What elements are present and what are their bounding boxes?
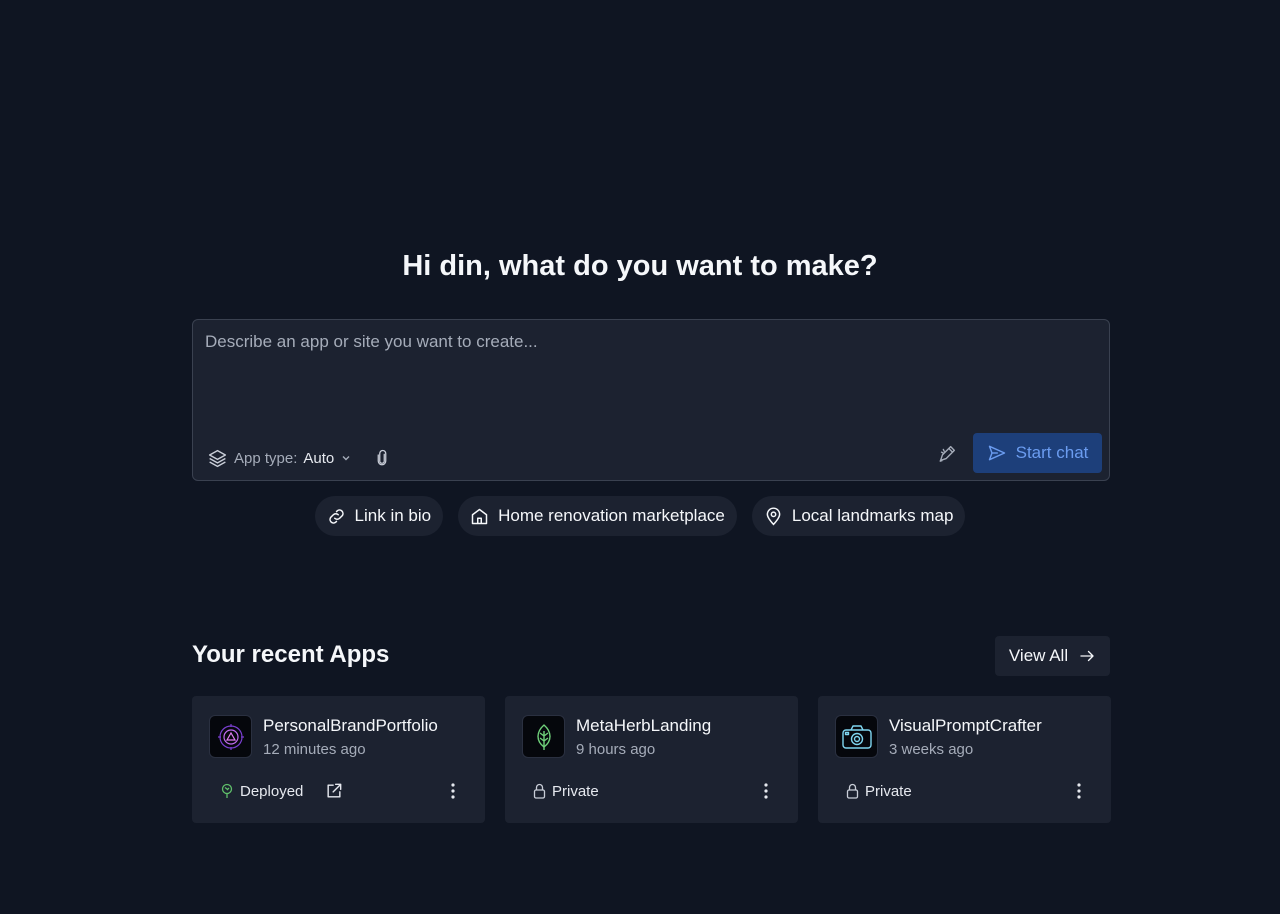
more-options-button[interactable]: [1070, 780, 1088, 802]
app-updated-time: 3 weeks ago: [889, 741, 974, 758]
enhance-prompt-button[interactable]: [935, 442, 959, 466]
more-vertical-icon: [1077, 783, 1081, 799]
map-pin-icon: [766, 506, 781, 525]
chevron-down-icon: [342, 456, 350, 461]
more-options-button[interactable]: [444, 780, 462, 802]
arrow-right-icon: [1080, 650, 1094, 662]
paperclip-icon: [377, 449, 387, 466]
start-chat-button[interactable]: Start chat: [973, 433, 1102, 473]
more-vertical-icon: [764, 783, 768, 799]
app-card[interactable]: PersonalBrandPortfolio 12 minutes ago De…: [192, 696, 485, 823]
deployed-icon: [221, 783, 233, 798]
camera-logo: [835, 715, 878, 758]
app-updated-time: 9 hours ago: [576, 741, 656, 758]
suggestion-local-landmarks[interactable]: Local landmarks map: [751, 496, 966, 536]
app-type-label: App type:: [234, 449, 298, 467]
app-name: VisualPromptCrafter: [889, 716, 1042, 735]
app-updated-time: 12 minutes ago: [263, 741, 366, 758]
view-all-label: View All: [1008, 646, 1069, 665]
visibility-status: Private: [533, 781, 599, 801]
deployment-status: Deployed: [220, 781, 303, 801]
suggestion-label: Link in bio: [354, 506, 432, 525]
app-name: MetaHerbLanding: [576, 716, 712, 735]
open-external-button[interactable]: [324, 781, 344, 801]
send-icon: [988, 445, 1005, 461]
suggestion-home-renovation[interactable]: Home renovation marketplace: [458, 496, 737, 536]
app-name: PersonalBrandPortfolio: [263, 716, 438, 735]
portfolio-logo: [209, 715, 252, 758]
greeting-heading: Hi din, what do you want to make?: [402, 250, 878, 282]
home-page: Hi din, what do you want to make? App ty…: [0, 0, 1280, 914]
start-chat-label: Start chat: [1015, 443, 1089, 462]
more-vertical-icon: [451, 783, 455, 799]
visibility-status: Private: [846, 781, 912, 801]
suggestion-label: Local landmarks map: [791, 506, 954, 525]
pen-sparkle-icon: [939, 445, 956, 462]
status-label: Deployed: [240, 782, 304, 800]
leaf-logo: [522, 715, 565, 758]
external-link-icon: [327, 783, 342, 798]
suggestion-label: Home renovation marketplace: [498, 506, 725, 525]
lock-icon: [846, 783, 859, 799]
status-label: Private: [552, 782, 599, 800]
link-icon: [328, 508, 344, 524]
app-type-value: Auto: [303, 449, 335, 467]
suggestion-link-in-bio[interactable]: Link in bio: [314, 496, 444, 536]
status-label: Private: [865, 782, 912, 800]
more-options-button[interactable]: [757, 780, 775, 802]
recent-apps-grid: PersonalBrandPortfolio 12 minutes ago De…: [192, 696, 1111, 823]
app-card[interactable]: VisualPromptCrafter 3 weeks ago Private: [818, 696, 1111, 823]
prompt-input[interactable]: [205, 332, 1095, 432]
app-card[interactable]: MetaHerbLanding 9 hours ago Private: [505, 696, 798, 823]
attach-button[interactable]: [371, 446, 393, 470]
suggestion-chips: Link in bio Home renovation marketplace …: [0, 496, 1280, 536]
lock-icon: [533, 783, 546, 799]
view-all-button[interactable]: View All: [995, 636, 1110, 676]
recent-apps-title: Your recent Apps: [192, 641, 390, 668]
prompt-composer: App type: Auto Start chat: [192, 319, 1110, 481]
layers-icon: [208, 449, 227, 467]
app-type-selector[interactable]: App type: Auto: [207, 446, 352, 470]
home-icon: [471, 508, 488, 524]
